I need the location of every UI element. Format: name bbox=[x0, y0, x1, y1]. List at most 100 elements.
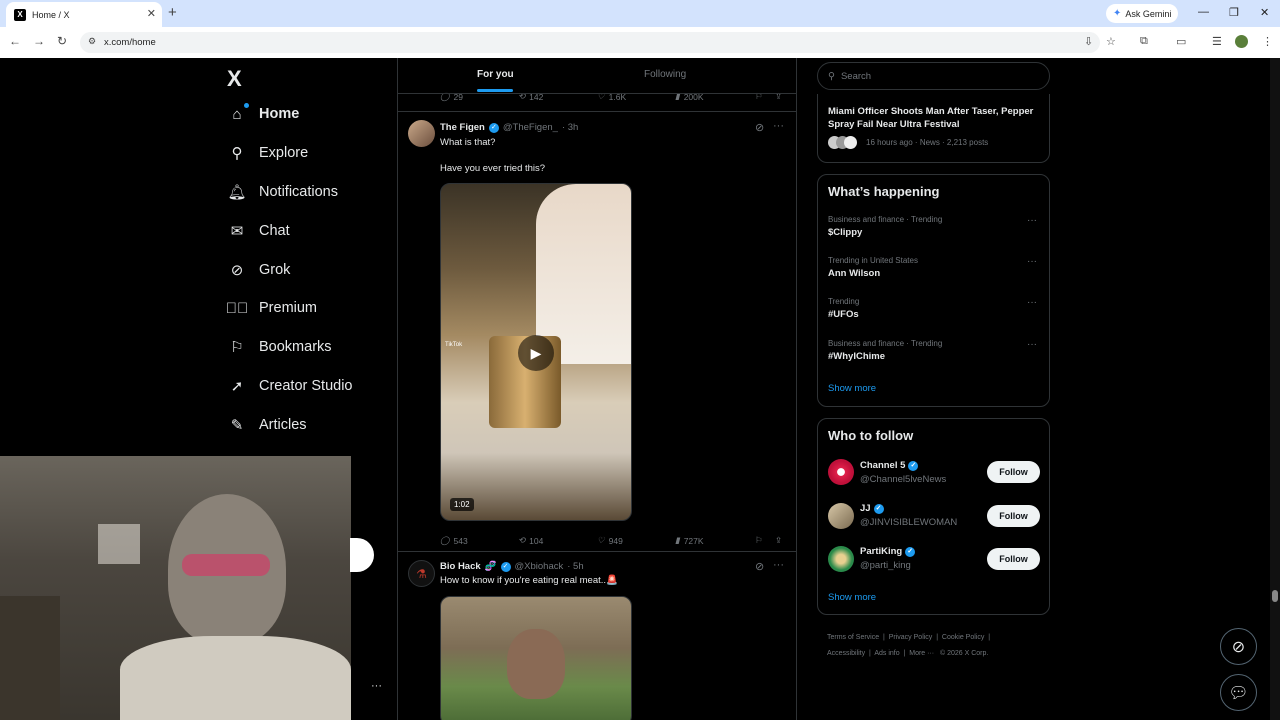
nav-item-notifications[interactable]: 🔔︎ Notifications bbox=[227, 183, 338, 201]
x-logo[interactable]: X bbox=[227, 66, 242, 92]
footer-link[interactable]: Accessibility bbox=[827, 650, 865, 657]
views-button[interactable]: ▮ 727K bbox=[675, 535, 704, 546]
account-name[interactable]: Channel 5 ✓ bbox=[860, 460, 919, 471]
tiktok-watermark: TikTok bbox=[445, 342, 463, 348]
footer-link[interactable]: Ads info bbox=[874, 650, 899, 657]
trend-more-icon[interactable]: ··· bbox=[1027, 297, 1037, 308]
nav-label: Notifications bbox=[259, 184, 338, 200]
nav-item-bookmarks[interactable]: ⚐ Bookmarks bbox=[228, 338, 331, 356]
footer-link[interactable]: Privacy Policy bbox=[889, 634, 933, 641]
footer-link[interactable]: More ··· bbox=[909, 650, 934, 657]
forward-icon[interactable]: → bbox=[33, 34, 45, 48]
reload-icon[interactable]: ↻ bbox=[57, 34, 67, 48]
webcam-window bbox=[98, 524, 140, 564]
news-title: Miami Officer Shoots Man After Taser, Pe… bbox=[828, 106, 1034, 130]
new-tab-icon[interactable]: + bbox=[168, 4, 177, 21]
nav-item-articles[interactable]: ✎ Articles bbox=[228, 416, 307, 434]
news-card[interactable]: Miami Officer Shoots Man After Taser, Pe… bbox=[817, 94, 1050, 163]
trend-name[interactable]: $Clippy bbox=[828, 227, 862, 238]
grok-icon: ⊘ bbox=[230, 262, 244, 279]
feed-tabs: For you Following bbox=[398, 58, 796, 94]
author-handle[interactable]: @Xbiohack bbox=[515, 561, 564, 572]
avatar[interactable] bbox=[828, 503, 854, 529]
author-handle[interactable]: @TheFigen_ bbox=[503, 122, 558, 133]
card-title: Who to follow bbox=[828, 428, 914, 443]
reply-button[interactable]: ◯ 543 bbox=[440, 535, 468, 546]
account-name[interactable]: JJ ✓ bbox=[860, 503, 884, 514]
post-more-icon[interactable]: ··· bbox=[773, 559, 784, 571]
trend-more-icon[interactable]: ··· bbox=[1027, 215, 1037, 226]
install-app-icon[interactable]: ⇩ bbox=[1084, 35, 1093, 48]
trend-name[interactable]: #WhyIChime bbox=[828, 351, 885, 362]
post-more-icon[interactable]: ··· bbox=[773, 120, 784, 132]
nav-item-creator-studio[interactable]: ➚ Creator Studio bbox=[228, 377, 353, 395]
tab-for-you[interactable]: For you bbox=[477, 69, 514, 80]
site-info-icon[interactable]: ⚙ bbox=[88, 36, 96, 47]
avatar[interactable] bbox=[828, 546, 854, 572]
show-more-link[interactable]: Show more bbox=[828, 592, 876, 603]
scrollbar-thumb[interactable] bbox=[1272, 590, 1278, 602]
post-time[interactable]: · 3h bbox=[562, 122, 578, 133]
nav-item-grok[interactable]: ⊘ Grok bbox=[228, 261, 291, 279]
browser-menu-icon[interactable]: ⋮ bbox=[1262, 35, 1273, 48]
account-more-icon[interactable]: ··· bbox=[371, 680, 382, 692]
minimize-icon[interactable]: — bbox=[1198, 6, 1209, 18]
trend-more-icon[interactable]: ··· bbox=[1027, 256, 1037, 267]
like-count: 949 bbox=[608, 535, 623, 546]
home-icon: ⌂ bbox=[228, 103, 249, 123]
avatar[interactable]: ⚗ bbox=[408, 560, 435, 587]
video-person bbox=[507, 629, 565, 699]
media-icon[interactable]: ▭ bbox=[1176, 35, 1186, 48]
post-time[interactable]: · 5h bbox=[567, 561, 583, 572]
avatar[interactable] bbox=[828, 459, 854, 485]
profile-avatar[interactable] bbox=[1235, 35, 1248, 48]
show-more-link[interactable]: Show more bbox=[828, 383, 876, 394]
follow-button[interactable]: Follow bbox=[987, 505, 1040, 527]
nav-item-premium[interactable]: ✓⃝ Premium bbox=[226, 299, 317, 317]
avatar[interactable] bbox=[408, 120, 435, 147]
nav-item-chat[interactable]: ✉ Chat bbox=[228, 222, 290, 240]
nav-item-home[interactable]: ⌂ Home bbox=[228, 103, 299, 123]
post-video[interactable] bbox=[440, 596, 632, 720]
follow-button[interactable]: Follow bbox=[987, 461, 1040, 483]
share-button[interactable]: ⇪ bbox=[775, 535, 782, 546]
post[interactable]: ⚗ Bio Hack 🧬 ✓ @Xbiohack · 5h ⊘ ··· How … bbox=[398, 551, 796, 720]
scrollbar[interactable] bbox=[1270, 58, 1280, 720]
browser-tab[interactable]: X Home / X ✕ bbox=[6, 2, 162, 27]
follow-button[interactable]: Follow bbox=[987, 548, 1040, 570]
like-button[interactable]: ♡ 949 bbox=[597, 535, 623, 546]
author-name[interactable]: The Figen bbox=[440, 122, 485, 133]
ask-gemini-button[interactable]: ✦ Ask Gemini bbox=[1106, 4, 1179, 23]
grok-fab-icon[interactable]: ⊘ bbox=[1220, 628, 1257, 665]
post-video[interactable]: TikTok ▶ 1:02 bbox=[440, 183, 632, 521]
article-icon: ✎ bbox=[230, 417, 244, 434]
search-input[interactable]: ⚲ Search bbox=[817, 62, 1050, 90]
bookmark-star-icon[interactable]: ☆ bbox=[1106, 35, 1116, 48]
trend-more-icon[interactable]: ··· bbox=[1027, 339, 1037, 350]
play-icon[interactable]: ▶ bbox=[518, 335, 554, 371]
nav-item-explore[interactable]: ⚲ Explore bbox=[228, 144, 309, 162]
bookmark-post-button[interactable]: ⚐ bbox=[755, 535, 763, 546]
tab-following[interactable]: Following bbox=[644, 69, 686, 80]
account-name[interactable]: PartiKing ✓ bbox=[860, 546, 916, 557]
footer-link[interactable]: Cookie Policy bbox=[942, 634, 984, 641]
verified-badge-icon: ✓ bbox=[908, 460, 919, 471]
chat-fab-icon[interactable]: 💬︎ bbox=[1220, 674, 1257, 711]
trend-name[interactable]: Ann Wilson bbox=[828, 268, 880, 279]
repost-button[interactable]: ⟲ 104 bbox=[518, 535, 543, 546]
tab-search-icon[interactable]: ☰ bbox=[1212, 35, 1222, 48]
address-bar[interactable]: x.com/home bbox=[80, 32, 1100, 53]
grok-post-icon[interactable]: ⊘ bbox=[755, 560, 764, 573]
extensions-icon[interactable]: ⧉ bbox=[1140, 35, 1148, 48]
reply-count: 543 bbox=[453, 535, 468, 546]
x-favicon-icon: X bbox=[14, 8, 26, 21]
close-window-icon[interactable]: ✕ bbox=[1260, 6, 1269, 19]
footer-link[interactable]: Terms of Service bbox=[827, 634, 879, 641]
grok-post-icon[interactable]: ⊘ bbox=[755, 121, 764, 134]
restore-icon[interactable]: ❐ bbox=[1229, 6, 1239, 19]
post[interactable]: The Figen ✓ @TheFigen_ · 3h ⊘ ··· What i… bbox=[398, 111, 796, 551]
author-name[interactable]: Bio Hack bbox=[440, 561, 481, 572]
back-icon[interactable]: ← bbox=[9, 34, 21, 48]
trend-name[interactable]: #UFOs bbox=[828, 309, 859, 320]
close-tab-icon[interactable]: ✕ bbox=[147, 7, 156, 20]
